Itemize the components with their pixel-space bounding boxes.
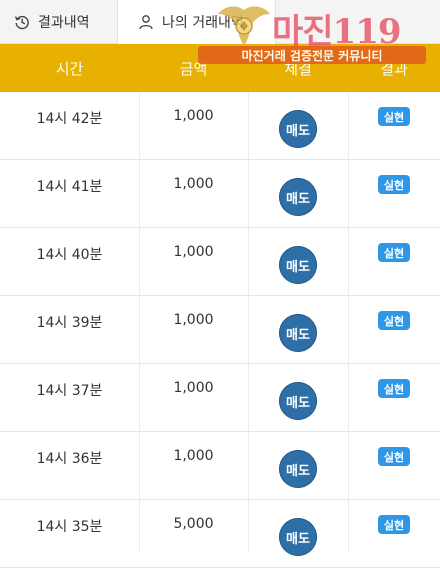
status-badge: 실현 [377,175,411,194]
status-badge: 실현 [377,107,411,126]
row-amount: 1,000 [173,108,214,124]
row-amount: 1,000 [173,312,214,328]
header-amount: 금액 [179,59,208,78]
table-row: 14시 37분 1,000 매도 실현 [0,364,440,432]
row-time: 14시 37분 [36,383,103,399]
status-badge: 실현 [377,447,411,466]
row-time: 14시 39분 [36,315,103,331]
tab-my-trades[interactable]: 나의 거래내역 [118,0,276,44]
table-row: 14시 35분 5,000 매도 실현 [0,500,440,568]
table-row: 14시 39분 1,000 매도 실현 [0,296,440,364]
sell-button[interactable]: 매도 [279,246,317,284]
status-badge: 실현 [377,243,411,262]
sell-button[interactable]: 매도 [279,450,317,488]
row-result: 실현 [348,500,440,568]
table-row: 14시 40분 1,000 매도 실현 [0,228,440,296]
row-amount: 1,000 [173,176,214,192]
row-settlement: 매도 [248,228,348,296]
table-row: 14시 41분 1,000 매도 실현 [0,160,440,228]
row-settlement: 매도 [248,364,348,432]
row-amount: 5,000 [173,516,214,532]
table-row: 14시 42분 1,000 매도 실현 [0,92,440,160]
row-amount: 1,000 [173,244,214,260]
row-result: 실현 [348,364,440,432]
row-result: 실현 [348,432,440,500]
tab-my-trades-label: 나의 거래내역 [162,15,244,31]
sell-button[interactable]: 매도 [279,382,317,420]
sell-button[interactable]: 매도 [279,518,317,556]
row-time: 14시 36분 [36,451,103,467]
user-icon [139,15,153,30]
row-settlement: 매도 [248,432,348,500]
header-settlement: 체결 [284,59,312,78]
row-result: 실현 [348,296,440,364]
sell-button[interactable]: 매도 [279,178,317,216]
row-settlement: 매도 [248,500,348,568]
sell-button[interactable]: 매도 [279,110,317,148]
row-settlement: 매도 [248,92,348,160]
tab-bar: 결과내역 나의 거래내역 [0,0,440,44]
row-settlement: 매도 [248,296,348,364]
tab-results-label: 결과내역 [38,14,90,31]
history-icon [14,15,29,29]
header-time: 시간 [55,59,84,78]
row-time: 14시 42분 [36,111,103,127]
status-badge: 실현 [377,311,411,330]
row-settlement: 매도 [248,160,348,228]
row-result: 실현 [348,228,440,296]
row-amount: 1,000 [173,448,214,464]
tab-results[interactable]: 결과내역 [0,0,118,44]
sell-button[interactable]: 매도 [279,314,317,352]
status-badge: 실현 [377,379,411,398]
row-amount: 1,000 [173,380,214,396]
table-header: 시간 금액 체결 결과 [0,44,440,92]
header-result: 결과 [380,59,408,78]
trade-list: 14시 42분 1,000 매도 실현 14시 41분 1,000 매도 실현 … [0,92,440,568]
row-result: 실현 [348,160,440,228]
tab-bar-filler [276,0,440,44]
row-time: 14시 35분 [36,519,103,535]
table-row: 14시 36분 1,000 매도 실현 [0,432,440,500]
status-badge: 실현 [377,515,411,534]
row-time: 14시 41분 [36,179,103,195]
row-result: 실현 [348,92,440,160]
row-time: 14시 40분 [36,247,103,263]
